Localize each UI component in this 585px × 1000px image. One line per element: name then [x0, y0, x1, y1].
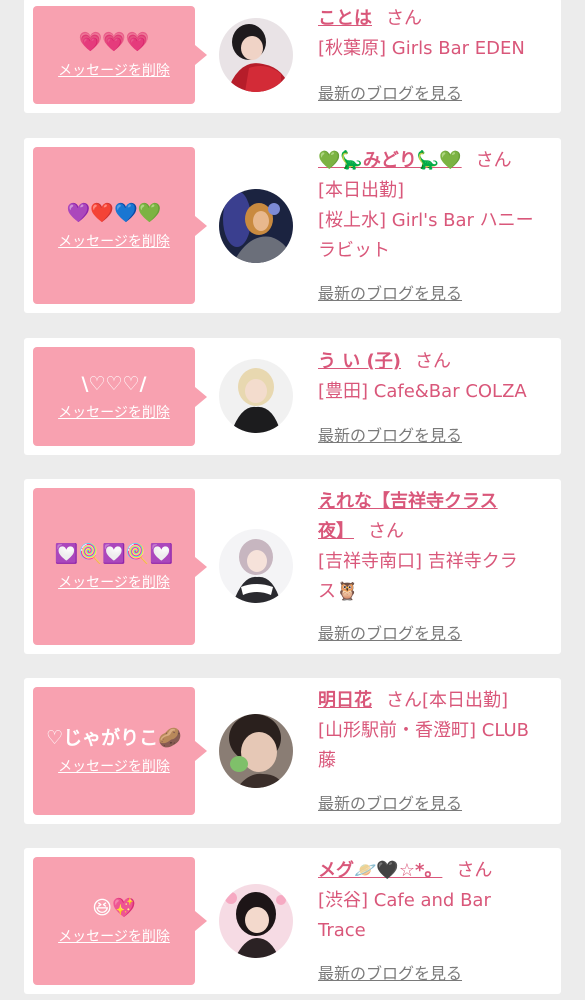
- delete-message-link[interactable]: メッセージを削除: [58, 60, 170, 80]
- status-text: [本日出勤]: [422, 690, 509, 711]
- shop-text: ラビット: [318, 240, 390, 261]
- latest-blog-link[interactable]: 最新のブログを見る: [318, 960, 462, 984]
- latest-blog-link[interactable]: 最新のブログを見る: [318, 280, 462, 304]
- delete-message-link[interactable]: メッセージを削除: [58, 572, 170, 592]
- message-text: 😆💖: [92, 897, 136, 919]
- cast-name-link[interactable]: 💚🦕みどり🦕💚: [318, 150, 462, 171]
- avatar[interactable]: [219, 189, 293, 263]
- avatar[interactable]: [219, 18, 293, 92]
- honorific: さん: [386, 8, 422, 29]
- cast-name-link[interactable]: ことは: [318, 8, 372, 29]
- avatar[interactable]: [219, 529, 293, 603]
- honorific: さん: [415, 351, 451, 372]
- cast-info: 明日花 さん[本日出勤] [山形駅前・香澄町] CLUB 藤: [318, 686, 554, 776]
- shop-text: [桜上水] Girl's Bar ハニー: [318, 210, 534, 231]
- message-text: 💗💗💗: [78, 31, 150, 53]
- message-text: \♡♡♡/: [81, 372, 147, 395]
- cast-name-link[interactable]: 夜】: [318, 521, 354, 542]
- cast-info: ことは さん [秋葉原] Girls Bar EDEN: [318, 4, 554, 64]
- favorite-card: 💟🍭💟🍭💟 メッセージを削除 えれな【吉祥寺クラス 夜】 さん [吉祥寺南口] 吉…: [24, 479, 561, 654]
- shop-text: [山形駅前・香澄町] CLUB: [318, 720, 529, 741]
- delete-message-link[interactable]: メッセージを削除: [58, 402, 170, 422]
- cast-name-link[interactable]: 明日花: [318, 690, 372, 711]
- shop-text: [秋葉原] Girls Bar EDEN: [318, 38, 525, 59]
- message-box[interactable]: ♡じゃがりこ🥔 メッセージを削除: [33, 687, 207, 815]
- latest-blog-link[interactable]: 最新のブログを見る: [318, 80, 462, 104]
- delete-message-link[interactable]: メッセージを削除: [58, 231, 170, 251]
- favorite-card: ♡じゃがりこ🥔 メッセージを削除 明日花 さん[本日出勤] [山形駅前・香澄町] …: [24, 678, 561, 824]
- message-text: ♡じゃがりこ🥔: [46, 727, 182, 749]
- cast-info: 💚🦕みどり🦕💚 さん [本日出勤] [桜上水] Girl's Bar ハニー ラビ…: [318, 146, 554, 266]
- delete-message-link[interactable]: メッセージを削除: [58, 926, 170, 946]
- cast-info: えれな【吉祥寺クラス 夜】 さん [吉祥寺南口] 吉祥寺クラ ス🦉: [318, 487, 554, 607]
- message-box[interactable]: \♡♡♡/ メッセージを削除: [33, 347, 207, 446]
- avatar[interactable]: [219, 714, 293, 788]
- favorite-card: 😆💖 メッセージを削除 メグ🪐🖤☆*。 さん [渋谷] Cafe and Bar …: [24, 848, 561, 994]
- honorific: さん: [475, 150, 512, 171]
- honorific: さん: [386, 690, 422, 711]
- status-text: [本日出勤]: [318, 180, 405, 201]
- favorite-card: 💗💗💗 メッセージを削除 ことは さん [秋葉原] Girls Bar EDEN …: [24, 0, 561, 113]
- honorific: さん: [456, 860, 493, 881]
- honorific: さん: [368, 521, 404, 542]
- delete-message-link[interactable]: メッセージを削除: [58, 756, 170, 776]
- message-box[interactable]: 😆💖 メッセージを削除: [33, 857, 207, 985]
- latest-blog-link[interactable]: 最新のブログを見る: [318, 620, 462, 644]
- shop-text: [吉祥寺南口] 吉祥寺クラ: [318, 551, 518, 572]
- cast-info: う い (子) さん [豊田] Cafe&Bar COLZA: [318, 347, 554, 407]
- latest-blog-link[interactable]: 最新のブログを見る: [318, 422, 462, 446]
- shop-text: 藤: [318, 750, 336, 771]
- message-box[interactable]: 💟🍭💟🍭💟 メッセージを削除: [33, 488, 207, 645]
- favorite-card: 💜❤️💙💚 メッセージを削除 💚🦕みどり🦕💚 さん [本日出勤] [桜上水] Gi…: [24, 138, 561, 313]
- avatar[interactable]: [219, 359, 293, 433]
- cast-info: メグ🪐🖤☆*。 さん [渋谷] Cafe and Bar Trace: [318, 856, 554, 946]
- cast-name-link[interactable]: う い (子): [318, 351, 401, 372]
- latest-blog-link[interactable]: 最新のブログを見る: [318, 790, 462, 814]
- message-box[interactable]: 💗💗💗 メッセージを削除: [33, 6, 207, 104]
- avatar[interactable]: [219, 884, 293, 958]
- favorite-card: \♡♡♡/ メッセージを削除 う い (子) さん [豊田] Cafe&Bar C…: [24, 338, 561, 455]
- cast-name-link[interactable]: えれな【吉祥寺クラス: [318, 491, 498, 512]
- message-text: 💜❤️💙💚: [66, 201, 162, 224]
- message-text: 💟🍭💟🍭💟: [54, 542, 174, 565]
- shop-text: [渋谷] Cafe and Bar: [318, 890, 491, 911]
- cast-name-link[interactable]: メグ🪐🖤☆*。: [318, 860, 442, 881]
- shop-text: ス🦉: [318, 581, 359, 602]
- shop-text: Trace: [318, 920, 366, 941]
- shop-text: [豊田] Cafe&Bar COLZA: [318, 381, 527, 402]
- message-box[interactable]: 💜❤️💙💚 メッセージを削除: [33, 147, 207, 304]
